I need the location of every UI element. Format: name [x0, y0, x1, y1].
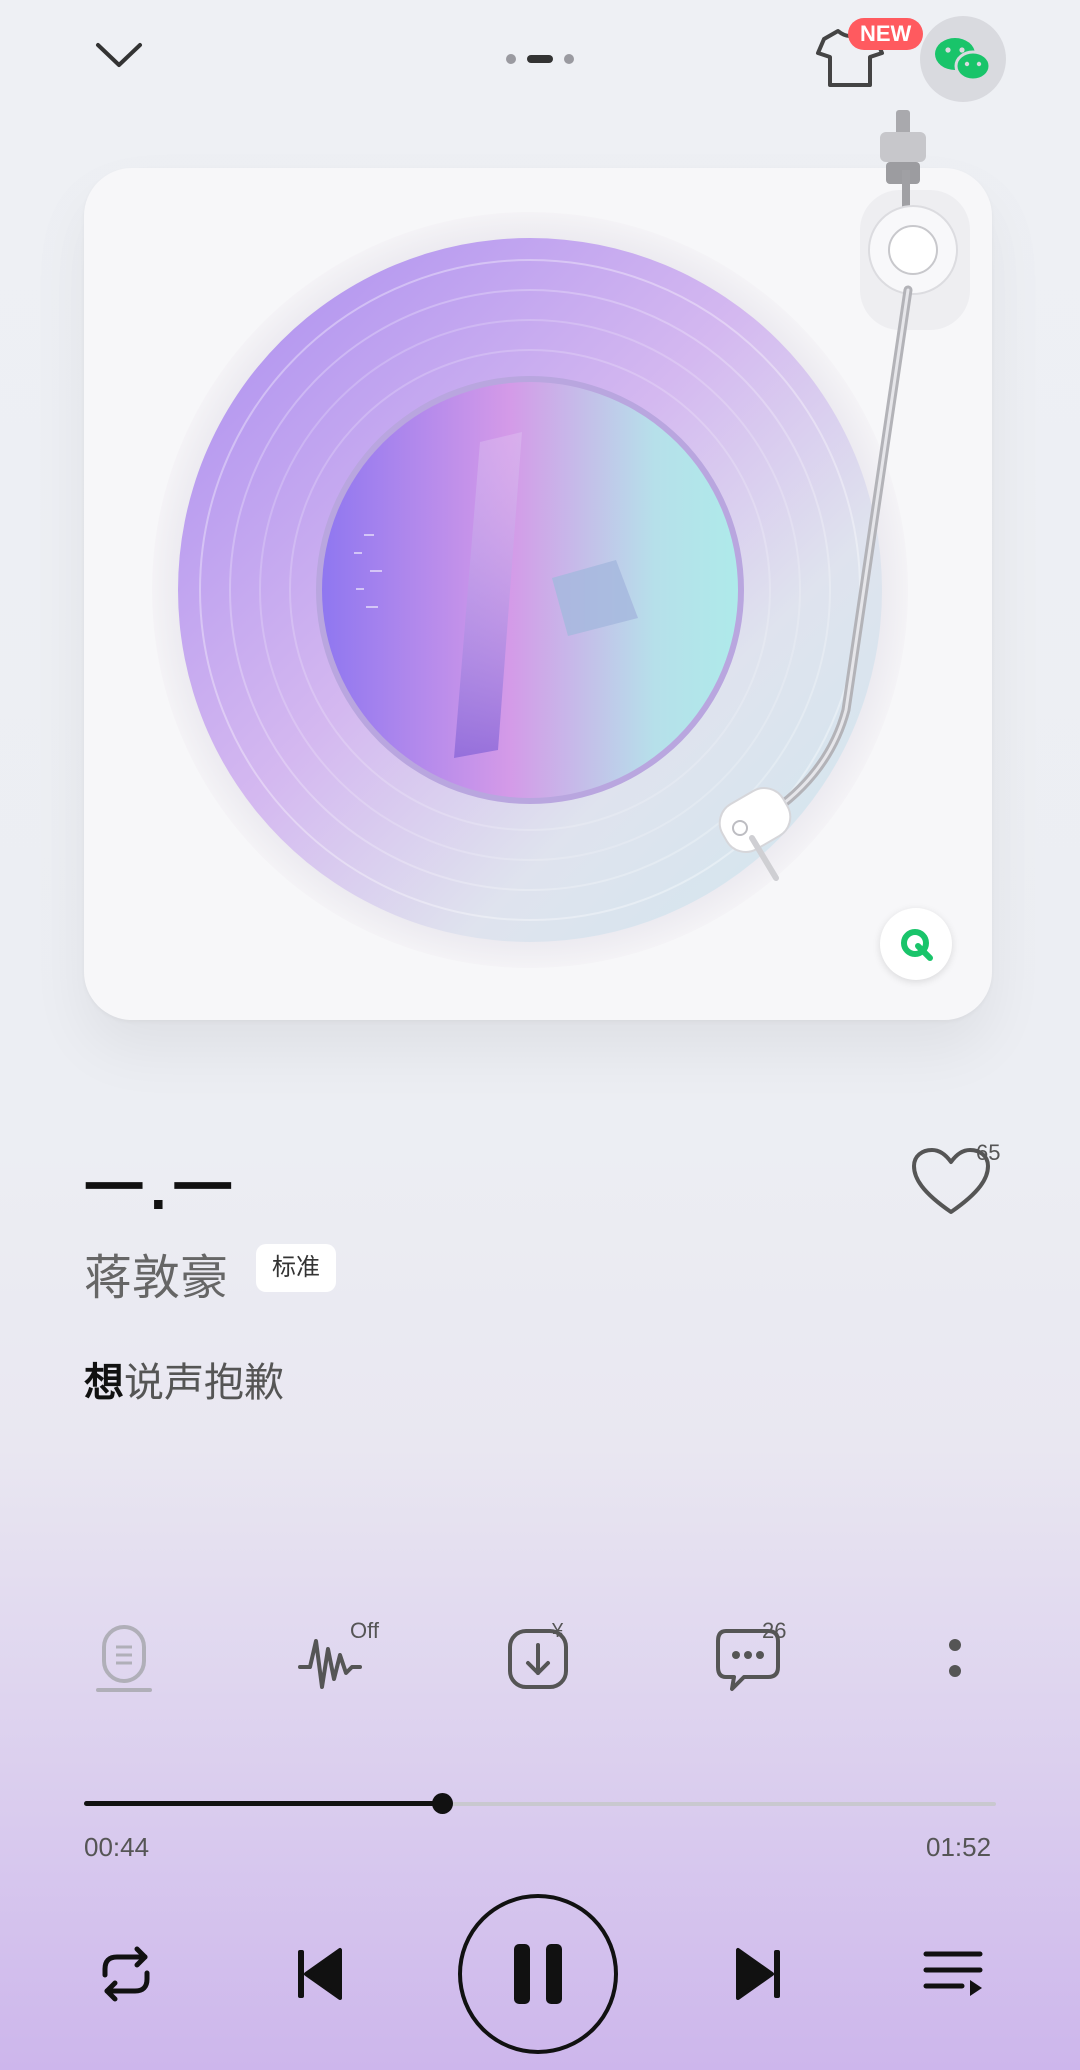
comments-count: 26 [762, 1618, 787, 1643]
repeat-mode-button[interactable] [86, 1934, 166, 2014]
like-count: 65 [976, 1140, 1001, 1165]
wechat-icon [935, 38, 992, 82]
lyric-poster-button[interactable] [80, 1615, 170, 1705]
capsule-icon [96, 1625, 152, 1692]
more-vertical-icon [949, 1639, 961, 1677]
download-icon [508, 1629, 568, 1689]
playlist-icon [923, 1951, 983, 1996]
lyric-sung: 想 [84, 1361, 124, 1405]
current-time: 00:44 [84, 1832, 150, 1862]
page-indicator [505, 52, 575, 66]
quality-badge[interactable]: 标准 [256, 1244, 336, 1292]
download-button[interactable] [496, 1615, 586, 1705]
current-lyric[interactable]: 想说声抱歉 [84, 1350, 284, 1408]
lyric-rest: 说声抱歉 [124, 1361, 284, 1405]
playlist-button[interactable] [914, 1934, 994, 2014]
skip-previous-icon [298, 1948, 342, 2000]
sound-effect-state: Off [350, 1618, 379, 1643]
collapse-chevron-icon[interactable] [86, 34, 152, 78]
total-time: 01:52 [926, 1832, 992, 1862]
q-logo-button[interactable] [880, 908, 952, 980]
previous-button[interactable] [278, 1934, 358, 2014]
pause-icon [514, 1944, 562, 2004]
song-title: 一.一 [84, 1155, 239, 1222]
progress-fill [84, 1801, 442, 1806]
play-pause-button[interactable] [458, 1894, 618, 2054]
artist-name[interactable]: 蒋敦豪 [84, 1238, 228, 1308]
wechat-share-button[interactable] [920, 16, 1006, 102]
q-logo-icon [901, 929, 933, 961]
repeat-icon [102, 1946, 150, 2002]
more-options-button[interactable] [910, 1615, 1000, 1705]
download-price-badge: ¥ [552, 1620, 564, 1642]
progress-knob[interactable] [432, 1793, 453, 1814]
skip-next-icon [736, 1948, 780, 2000]
next-button[interactable] [720, 1934, 800, 2014]
new-badge: NEW [848, 18, 924, 50]
tonearm[interactable] [680, 110, 1000, 890]
